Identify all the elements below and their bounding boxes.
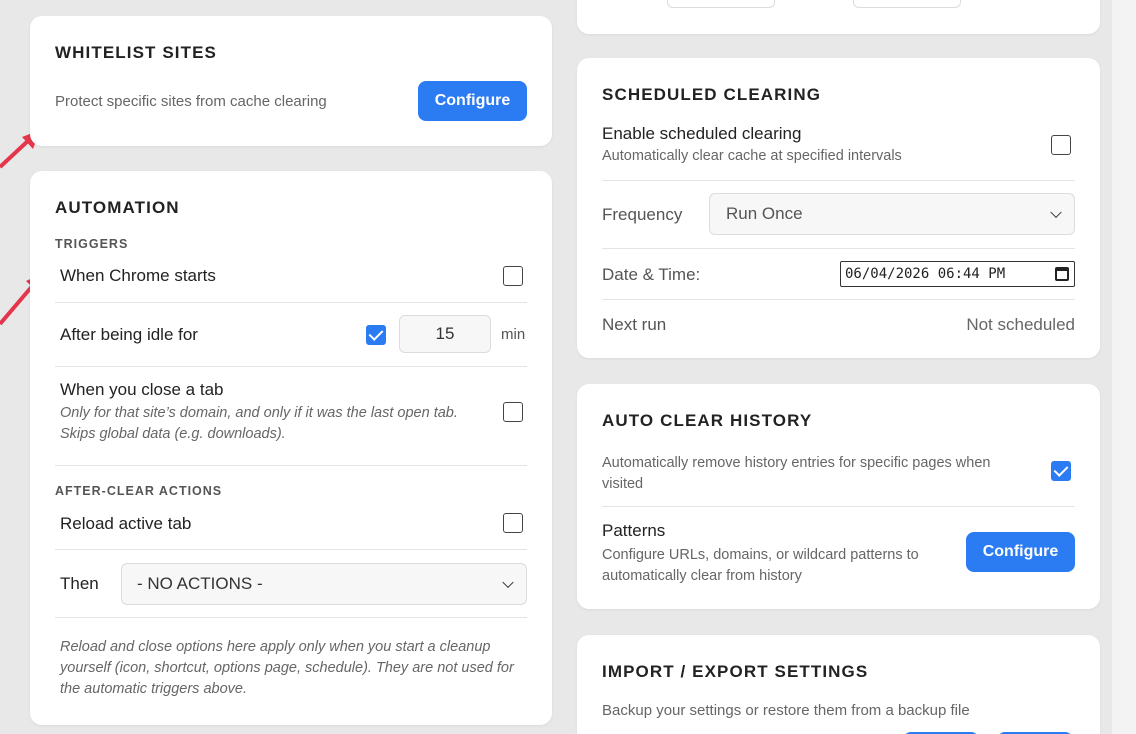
next-run-value: Not scheduled <box>966 315 1075 334</box>
triggers-label: TRIGGERS <box>55 237 129 251</box>
chevron-down-icon <box>502 576 514 589</box>
auto-history-checkbox[interactable] <box>1051 461 1071 481</box>
automation-card: AUTOMATION TRIGGERS When Chrome starts A… <box>30 171 552 725</box>
frequency-select[interactable]: Run Once <box>709 193 1075 235</box>
divider <box>602 506 1075 507</box>
divider <box>602 299 1075 300</box>
whitelist-description: Protect specific sites from cache cleari… <box>55 93 327 110</box>
partial-control[interactable] <box>667 0 775 8</box>
divider <box>55 617 527 618</box>
idle-unit: min <box>501 326 526 343</box>
then-select-value: - NO ACTIONS - <box>137 574 263 593</box>
datetime-label: Date & Time: <box>602 265 701 284</box>
partial-control[interactable] <box>853 0 961 8</box>
divider <box>55 465 527 466</box>
whitelist-configure-button[interactable]: Configure <box>418 81 527 121</box>
scheduled-card: SCHEDULED CLEARING Enable scheduled clea… <box>577 58 1100 358</box>
close-tab-note: Only for that site’s domain, and only if… <box>60 405 458 442</box>
chevron-down-icon <box>1050 206 1062 219</box>
divider <box>55 366 527 367</box>
enable-scheduled-sub: Automatically clear cache at specified i… <box>602 148 902 164</box>
then-select[interactable]: - NO ACTIONS - <box>121 563 527 605</box>
idle-minutes-input[interactable]: 15 <box>399 315 491 353</box>
automation-title: AUTOMATION <box>55 198 180 217</box>
scheduled-title: SCHEDULED CLEARING <box>602 85 822 104</box>
patterns-sub: Configure URLs, domains, or wildcard pat… <box>602 547 919 584</box>
frequency-label: Frequency <box>602 205 683 224</box>
automation-footnote: Reload and close options here apply only… <box>60 639 514 697</box>
auto-history-card: AUTO CLEAR HISTORY Automatically remove … <box>577 384 1100 609</box>
previous-card <box>577 0 1100 34</box>
frequency-select-value: Run Once <box>726 204 803 223</box>
chrome-starts-label: When Chrome starts <box>60 266 216 285</box>
import-export-card: IMPORT / EXPORT SETTINGS Backup your set… <box>577 635 1100 734</box>
datetime-input[interactable]: 06/04/2026 06:44 PM <box>840 261 1075 287</box>
divider <box>602 180 1075 181</box>
datetime-value: 06/04/2026 06:44 PM <box>845 266 1006 282</box>
patterns-configure-button[interactable]: Configure <box>966 532 1075 572</box>
enable-scheduled-checkbox[interactable] <box>1051 135 1071 155</box>
close-tab-checkbox[interactable] <box>503 402 523 422</box>
import-export-description: Backup your settings or restore them fro… <box>602 702 970 719</box>
chrome-starts-checkbox[interactable] <box>503 266 523 286</box>
enable-scheduled-label: Enable scheduled clearing <box>602 124 802 143</box>
after-clear-label: AFTER-CLEAR ACTIONS <box>55 484 223 498</box>
divider <box>602 248 1075 249</box>
divider <box>55 302 527 303</box>
whitelist-title: WHITELIST SITES <box>55 43 217 62</box>
import-export-title: IMPORT / EXPORT SETTINGS <box>602 662 869 681</box>
calendar-icon[interactable] <box>1055 267 1069 281</box>
auto-history-title: AUTO CLEAR HISTORY <box>602 411 813 430</box>
divider <box>55 549 527 550</box>
patterns-label: Patterns <box>602 521 666 540</box>
idle-checkbox[interactable] <box>366 325 386 345</box>
then-label: Then <box>60 574 99 593</box>
whitelist-card: WHITELIST SITES Protect specific sites f… <box>30 16 552 146</box>
idle-label: After being idle for <box>60 325 198 344</box>
left-gutter <box>0 0 18 734</box>
auto-history-description: Automatically remove history entries for… <box>602 455 991 492</box>
reload-checkbox[interactable] <box>503 513 523 533</box>
next-run-label: Next run <box>602 315 667 334</box>
close-tab-label: When you close a tab <box>60 380 224 399</box>
right-gutter <box>1112 0 1136 734</box>
reload-label: Reload active tab <box>60 514 192 533</box>
